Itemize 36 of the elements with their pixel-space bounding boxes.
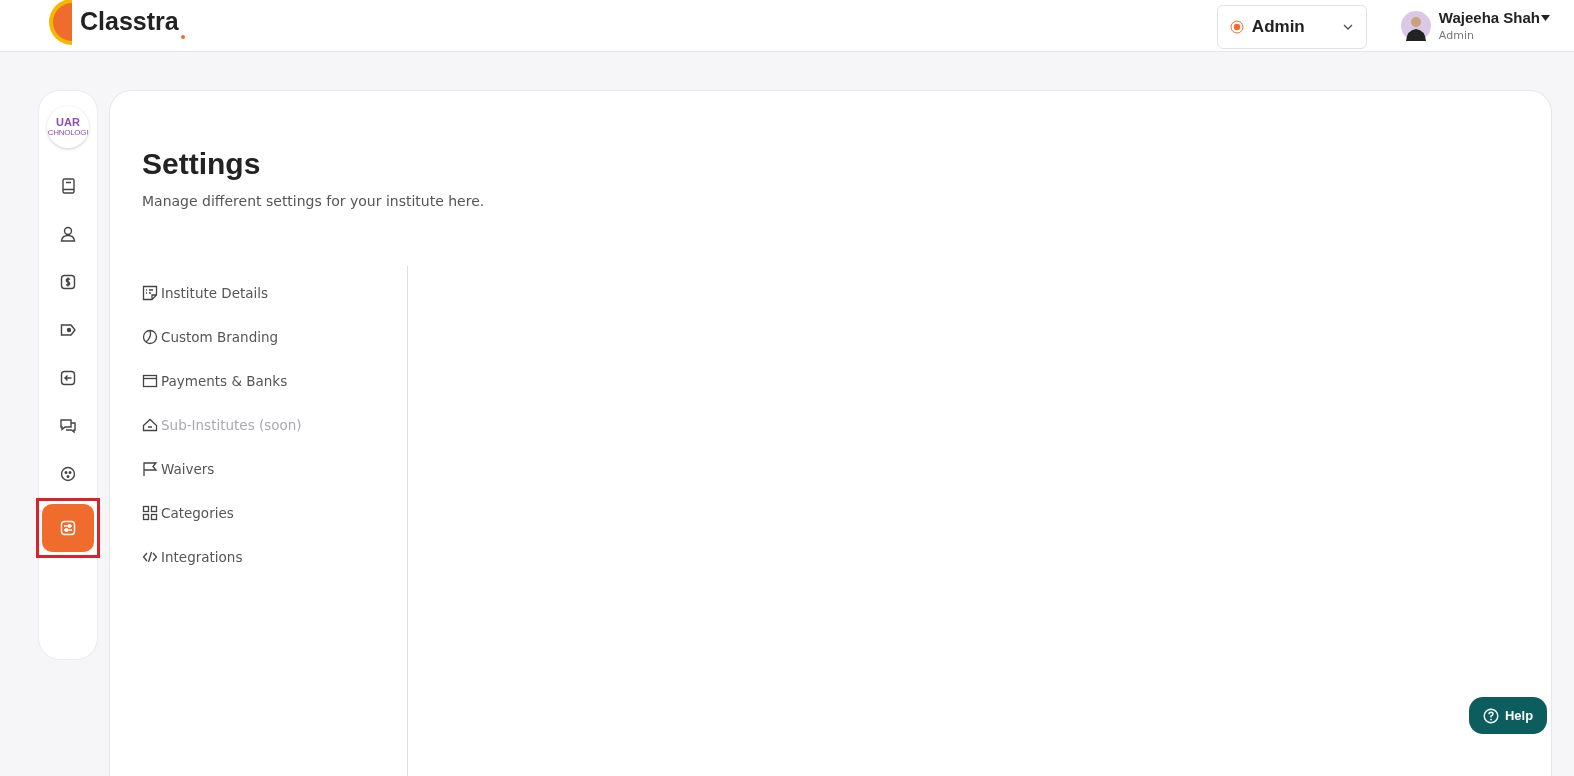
chevron-down-icon	[1341, 22, 1354, 31]
note-icon	[142, 285, 158, 301]
help-button[interactable]: Help	[1469, 697, 1547, 734]
caret-icon[interactable]	[1541, 14, 1550, 21]
circle-dots-icon	[59, 465, 77, 483]
card-icon	[142, 373, 158, 389]
book-icon	[59, 177, 77, 195]
settings-menu-item[interactable]: Categories	[142, 491, 407, 535]
page-title: Settings	[142, 147, 262, 181]
avatar[interactable]	[1400, 10, 1431, 41]
brand-name: Classtra	[80, 7, 179, 36]
code-icon	[142, 549, 158, 565]
settings-menu-item[interactable]: Custom Branding	[142, 315, 407, 359]
chat-icon	[59, 417, 77, 435]
settings-menu-item[interactable]: Waivers	[142, 447, 407, 491]
person-icon	[59, 225, 77, 243]
brand-dot-icon	[180, 34, 185, 39]
page-subtitle: Manage different settings for your institute here.	[142, 193, 486, 209]
palette-icon	[142, 329, 158, 345]
grid-icon	[142, 505, 158, 521]
settings-menu-item[interactable]: Institute Details	[142, 271, 407, 315]
house-icon	[142, 417, 158, 433]
settings-menu-item[interactable]: Payments & Banks	[142, 359, 407, 403]
user-role: Admin	[1438, 29, 1475, 42]
settings-menu-item[interactable]: Integrations	[142, 535, 407, 579]
settings-menu-item: Sub-Institutes (soon)	[142, 403, 407, 447]
sliders-icon	[59, 519, 77, 537]
institute-logo[interactable]: UAR CHNOLOGI	[47, 106, 89, 148]
help-icon	[1482, 707, 1499, 724]
arrow-left-icon	[59, 369, 77, 387]
dollar-icon	[59, 273, 77, 291]
tag-icon	[59, 321, 77, 339]
radio-icon	[1229, 19, 1244, 34]
flag-icon	[142, 461, 158, 477]
user-name[interactable]: Wajeeha Shah	[1438, 9, 1540, 26]
role-select[interactable]: Admin	[1216, 4, 1367, 49]
